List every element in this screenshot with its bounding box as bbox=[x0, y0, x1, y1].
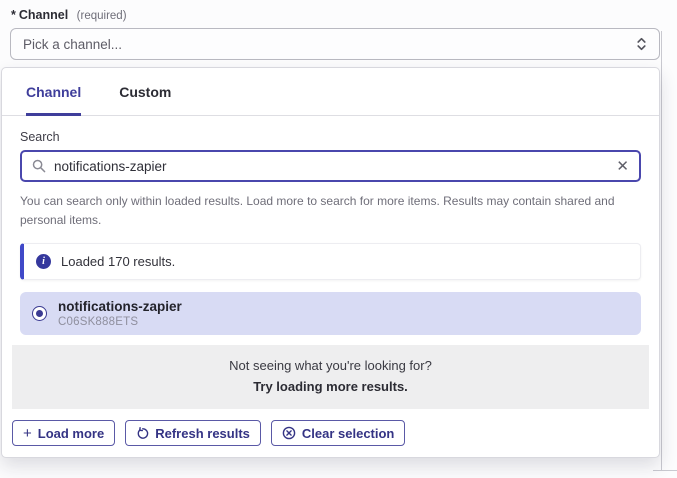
tab-channel-label: Channel bbox=[26, 84, 81, 100]
info-alert: i Loaded 170 results. bbox=[20, 243, 641, 280]
dropdown-actions: + Load more Refresh results Clear select… bbox=[2, 411, 659, 457]
dropdown-tabs: Channel Custom bbox=[2, 68, 659, 116]
load-more-label: Load more bbox=[38, 426, 104, 441]
tab-custom-label: Custom bbox=[119, 84, 171, 100]
search-input-wrap: ✕ bbox=[20, 150, 641, 182]
background-field-border-bottom bbox=[653, 470, 677, 471]
clear-selection-button[interactable]: Clear selection bbox=[271, 420, 406, 446]
search-clear-icon[interactable]: ✕ bbox=[616, 159, 629, 174]
dropdown-body: Search ✕ You can search only within load… bbox=[2, 116, 659, 411]
load-more-note: Not seeing what you're looking for? Try … bbox=[12, 345, 649, 409]
search-help-text: You can search only within loaded result… bbox=[20, 192, 628, 229]
channel-field-label: *Channel (required) bbox=[11, 8, 127, 22]
channel-dropdown-panel: Channel Custom Search ✕ You can search o… bbox=[1, 67, 660, 458]
search-icon bbox=[32, 159, 46, 173]
plus-icon: + bbox=[23, 426, 32, 441]
search-label: Search bbox=[20, 130, 641, 144]
footer-line2: Try loading more results. bbox=[22, 379, 639, 394]
channel-select[interactable]: Pick a channel... bbox=[10, 28, 660, 60]
clear-selection-label: Clear selection bbox=[302, 426, 395, 441]
info-icon: i bbox=[36, 254, 51, 269]
load-more-button[interactable]: + Load more bbox=[12, 420, 115, 446]
refresh-results-button[interactable]: Refresh results bbox=[125, 420, 261, 446]
field-label-text: Channel bbox=[19, 8, 68, 22]
channel-option-selected[interactable]: notifications-zapier C06SK888ETS bbox=[20, 292, 641, 335]
search-input[interactable] bbox=[54, 159, 608, 174]
info-alert-text: Loaded 170 results. bbox=[61, 254, 175, 269]
option-subtitle: C06SK888ETS bbox=[58, 316, 182, 328]
background-field-border bbox=[661, 31, 662, 471]
select-chevron-icon bbox=[636, 36, 647, 52]
radio-selected-icon[interactable] bbox=[32, 306, 47, 321]
select-placeholder: Pick a channel... bbox=[23, 37, 122, 52]
option-text: notifications-zapier C06SK888ETS bbox=[58, 299, 182, 328]
option-title: notifications-zapier bbox=[58, 299, 182, 314]
refresh-icon bbox=[136, 427, 149, 440]
required-note: (required) bbox=[77, 10, 127, 22]
tab-custom[interactable]: Custom bbox=[119, 68, 171, 115]
footer-line1: Not seeing what you're looking for? bbox=[22, 358, 639, 373]
required-asterisk: * bbox=[11, 8, 16, 22]
tab-channel[interactable]: Channel bbox=[26, 68, 81, 115]
refresh-results-label: Refresh results bbox=[155, 426, 250, 441]
clear-icon bbox=[282, 426, 296, 440]
